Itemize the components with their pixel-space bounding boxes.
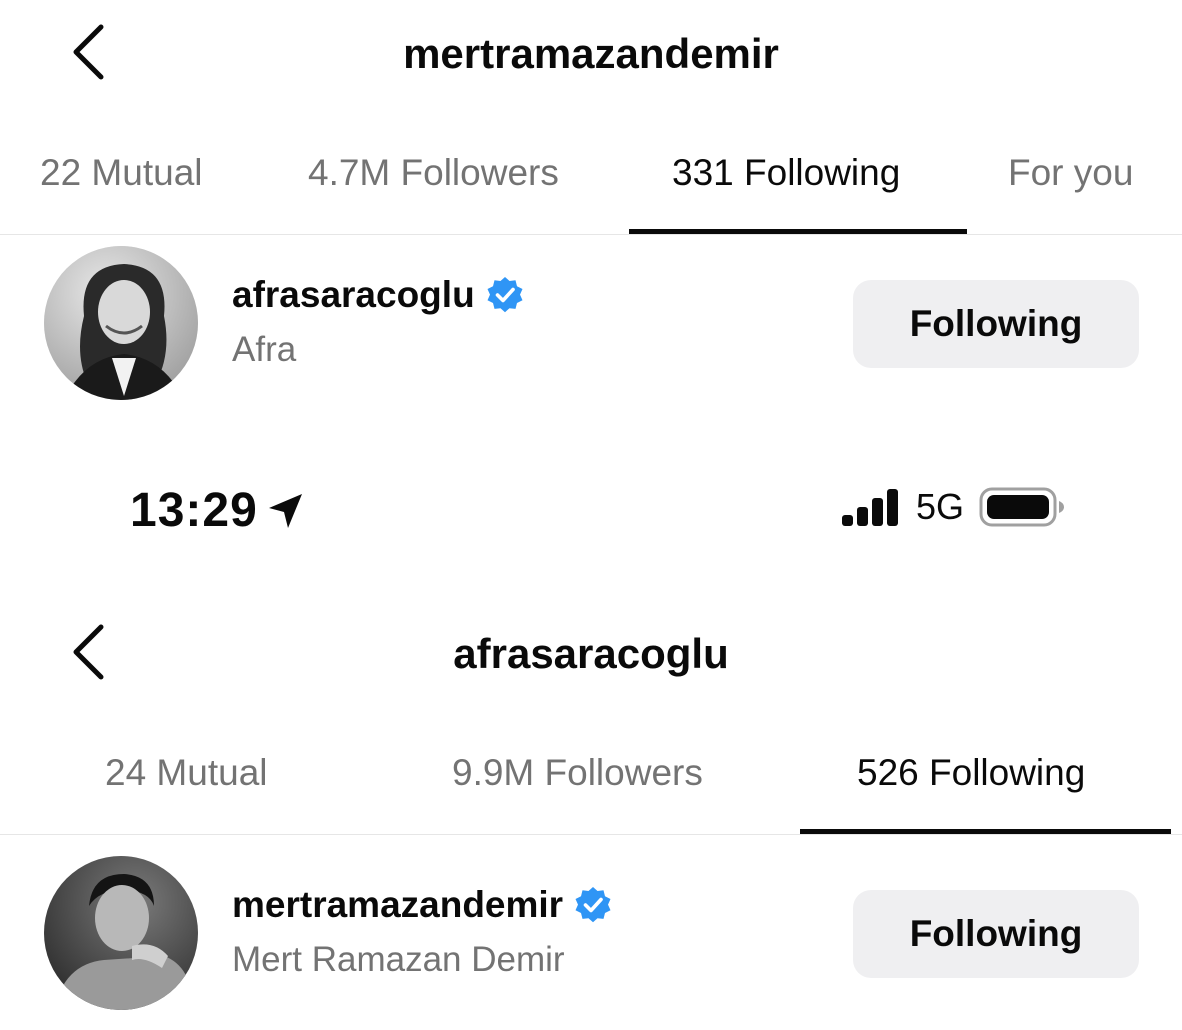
signal-bars-icon: [842, 489, 898, 526]
status-bar-indicators: 5G: [840, 486, 1066, 528]
chevron-left-icon: [73, 24, 104, 80]
network-type: 5G: [916, 486, 965, 527]
back-button[interactable]: [58, 22, 118, 82]
profile-photo: [44, 856, 198, 1010]
username[interactable]: mertramazandemir: [232, 884, 563, 926]
battery-icon: [979, 487, 1065, 527]
tab-divider: [0, 834, 1182, 835]
tab-mutual[interactable]: 22 Mutual: [40, 152, 203, 194]
list-item[interactable]: afrasaracoglu Afra Following: [0, 244, 1182, 404]
clock-text: 13:29: [130, 484, 258, 537]
tab-mutual[interactable]: 24 Mutual: [105, 752, 268, 794]
status-bar-time: 13:29: [130, 483, 306, 538]
avatar[interactable]: [44, 856, 198, 1010]
list-item[interactable]: mertramazandemir Mert Ramazan Demir Foll…: [0, 854, 1182, 1014]
tab-following[interactable]: 331 Following: [672, 152, 900, 194]
following-button[interactable]: Following: [853, 890, 1139, 978]
avatar[interactable]: [44, 246, 198, 400]
profile-photo: [44, 246, 198, 400]
tab-followers[interactable]: 9.9M Followers: [452, 752, 703, 794]
following-button[interactable]: Following: [853, 280, 1139, 368]
page-title: afrasaracoglu: [453, 630, 729, 677]
tab-for-you[interactable]: For you: [1008, 152, 1133, 194]
full-name: Afra: [232, 330, 297, 369]
tab-divider: [0, 234, 1182, 235]
active-tab-indicator: [629, 229, 967, 234]
location-arrow-icon: [268, 493, 302, 528]
full-name: Mert Ramazan Demir: [232, 940, 565, 979]
username[interactable]: afrasaracoglu: [232, 274, 475, 316]
chevron-left-icon: [73, 624, 104, 680]
tab-followers[interactable]: 4.7M Followers: [308, 152, 559, 194]
active-tab-indicator: [800, 829, 1171, 834]
back-button[interactable]: [58, 622, 118, 682]
page-title: mertramazandemir: [403, 30, 779, 77]
verified-badge-icon: [487, 277, 523, 313]
tab-following[interactable]: 526 Following: [857, 752, 1085, 794]
verified-badge-icon: [575, 887, 611, 923]
